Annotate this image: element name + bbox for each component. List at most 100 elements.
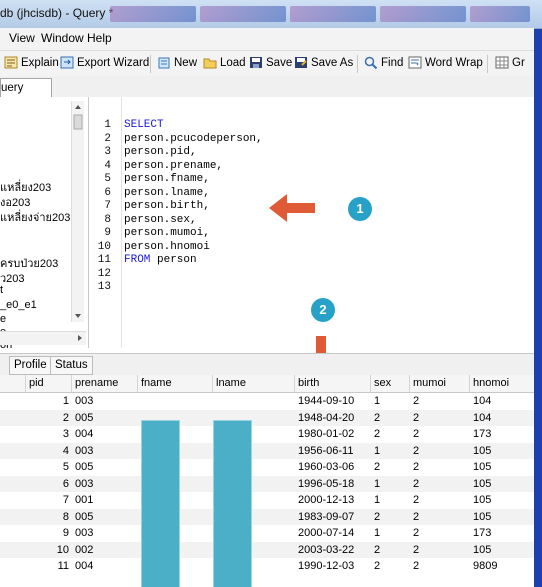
table-cell[interactable]: 105 [473, 477, 491, 492]
table-cell[interactable]: 005 [75, 460, 93, 475]
table-cell[interactable]: 1980-01-02 [298, 427, 354, 442]
table-cell[interactable]: 1 [374, 394, 380, 409]
table-cell[interactable]: 003 [75, 477, 93, 492]
table-row[interactable]: 4 003 1956-06-11 1 2 105 [0, 442, 534, 460]
table-cell[interactable]: 5 [63, 460, 69, 475]
grid-button[interactable]: Gr [495, 56, 525, 69]
table-cell[interactable]: 9 [63, 526, 69, 541]
column-header-pid[interactable]: pid [29, 376, 44, 391]
table-cell[interactable]: 11 [58, 559, 69, 574]
table-cell[interactable]: 104 [473, 394, 491, 409]
table-cell[interactable]: 1 [374, 526, 380, 541]
tab-status[interactable]: Status [50, 356, 93, 375]
table-cell[interactable]: 003 [75, 444, 93, 459]
load-button[interactable]: Load [203, 56, 246, 69]
table-cell[interactable]: 2 [374, 559, 380, 574]
word-wrap-button[interactable]: Word Wrap [408, 56, 483, 69]
table-cell[interactable]: 1944-09-10 [298, 394, 354, 409]
table-cell[interactable]: 3 [63, 427, 69, 442]
tab-query-editor[interactable]: uery Editor [0, 78, 52, 112]
table-cell[interactable]: 1996-05-18 [298, 477, 354, 492]
table-cell[interactable]: 003 [75, 394, 93, 409]
table-cell[interactable]: 105 [473, 493, 491, 508]
table-cell[interactable]: 2 [413, 427, 419, 442]
background-tab[interactable] [200, 6, 286, 22]
table-cell[interactable]: 4 [63, 444, 69, 459]
table-cell[interactable]: 2 [63, 411, 69, 426]
table-cell[interactable]: 2 [413, 526, 419, 541]
table-cell[interactable]: 2 [374, 427, 380, 442]
table-cell[interactable]: 2 [413, 394, 419, 409]
table-cell[interactable]: 2 [413, 543, 419, 558]
table-cell[interactable]: 105 [473, 510, 491, 525]
column-header-prename[interactable]: prename [75, 376, 118, 391]
table-cell[interactable]: 1 [374, 444, 380, 459]
column-header-birth[interactable]: birth [298, 376, 319, 391]
table-cell[interactable]: 1983-09-07 [298, 510, 354, 525]
table-cell[interactable]: 2 [374, 411, 380, 426]
tree-item[interactable]: _e0_e1 [0, 299, 37, 311]
table-cell[interactable]: 105 [473, 444, 491, 459]
table-cell[interactable]: 104 [473, 411, 491, 426]
table-row[interactable]: 8 005 1983-09-07 2 2 105 [0, 508, 534, 526]
table-cell[interactable]: 1948-04-20 [298, 411, 354, 426]
background-tab[interactable] [470, 6, 530, 22]
table-cell[interactable]: 2000-07-14 [298, 526, 354, 541]
table-cell[interactable]: 002 [75, 543, 93, 558]
table-cell[interactable]: 10 [57, 543, 69, 558]
table-cell[interactable]: 005 [75, 510, 93, 525]
column-header-sex[interactable]: sex [374, 376, 391, 391]
table-cell[interactable]: 7 [63, 493, 69, 508]
table-cell[interactable]: 8 [63, 510, 69, 525]
tree-vertical-scrollbar[interactable] [71, 101, 84, 322]
table-cell[interactable]: 1960-03-06 [298, 460, 354, 475]
table-row[interactable]: 7 001 2000-12-13 1 2 105 [0, 492, 534, 509]
explain-button[interactable]: Explain [4, 56, 59, 69]
table-cell[interactable]: 1 [63, 394, 69, 409]
table-row[interactable]: 11 004 1990-12-03 2 2 9809 [0, 558, 534, 575]
table-cell[interactable]: 001 [75, 493, 93, 508]
table-cell[interactable]: 2 [413, 444, 419, 459]
table-cell[interactable]: 004 [75, 427, 93, 442]
new-button[interactable]: New [157, 56, 197, 69]
table-cell[interactable]: 003 [75, 526, 93, 541]
find-button[interactable]: Find [364, 56, 403, 69]
table-row[interactable]: 1 003 1944-09-10 1 2 104 [0, 393, 534, 410]
menu-window[interactable]: Window [41, 31, 84, 45]
table-cell[interactable]: 004 [75, 559, 93, 574]
background-tab[interactable] [110, 6, 196, 22]
table-cell[interactable]: 2003-03-22 [298, 543, 354, 558]
tree-horizontal-scrollbar[interactable] [0, 331, 86, 345]
tree-item[interactable]: e [0, 313, 6, 325]
column-header-mumoi[interactable]: mumoi [413, 376, 446, 391]
table-cell[interactable]: 1 [374, 477, 380, 492]
tab-profile[interactable]: Profile [9, 356, 52, 375]
table-cell[interactable]: 005 [75, 411, 93, 426]
table-cell[interactable]: 105 [473, 543, 491, 558]
table-cell[interactable]: 2 [374, 510, 380, 525]
table-cell[interactable]: 2 [374, 543, 380, 558]
table-cell[interactable]: 2 [413, 559, 419, 574]
table-cell[interactable]: 2 [413, 460, 419, 475]
menu-help[interactable]: Help [87, 31, 112, 45]
menu-view[interactable]: View [9, 31, 35, 45]
table-cell[interactable]: 105 [473, 460, 491, 475]
save-button[interactable]: Save [249, 56, 292, 69]
background-tab[interactable] [380, 6, 466, 22]
table-cell[interactable]: 2 [413, 493, 419, 508]
tree-item[interactable]: แหลี่ยงจ่าย203 [0, 208, 70, 226]
table-row[interactable]: 5 005 1960-03-06 2 2 105 [0, 459, 534, 476]
column-header-hnomoi[interactable]: hnomoi [473, 376, 509, 391]
table-cell[interactable]: 1956-06-11 [298, 444, 353, 459]
export-wizard-button[interactable]: Export Wizard [60, 56, 149, 69]
table-cell[interactable]: 9809 [473, 559, 497, 574]
background-tab[interactable] [290, 6, 376, 22]
table-cell[interactable]: 1 [374, 493, 380, 508]
table-cell[interactable]: 173 [473, 526, 491, 541]
table-cell[interactable]: 2 [413, 411, 419, 426]
table-row[interactable]: 2 005 1948-04-20 2 2 104 [0, 409, 534, 427]
table-cell[interactable]: 2 [413, 477, 419, 492]
table-cell[interactable]: 1990-12-03 [298, 559, 354, 574]
column-header-lname[interactable]: lname [216, 376, 246, 391]
table-cell[interactable]: 2 [374, 460, 380, 475]
